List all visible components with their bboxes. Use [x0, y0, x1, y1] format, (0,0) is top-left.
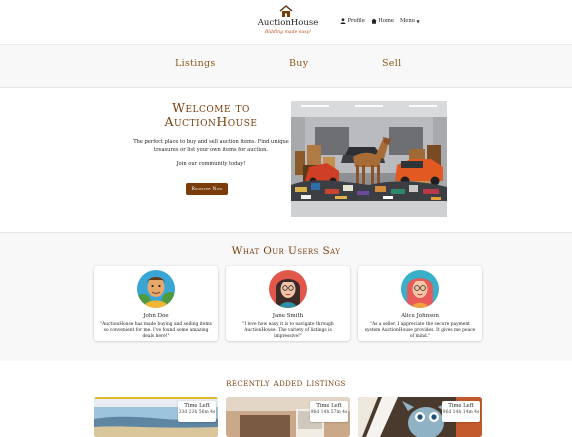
testimonial-card: Jane Smith "I love how easy it is to nav… [226, 266, 350, 341]
time-left-label: Time Left [184, 403, 210, 409]
time-left-badge: Time Left 96d 14h 57m 4s [310, 401, 348, 422]
nav-menu-label: Menu [399, 18, 416, 24]
user-icon [340, 18, 346, 24]
avatar-alice-johnson [401, 270, 439, 308]
time-left-value: 96d 14h 57m 4s [310, 410, 348, 415]
testimonial-card: Alice Johnson "As a seller, I appreciate… [358, 266, 482, 341]
avatar-jane-smith [269, 270, 307, 308]
hero-title: Welcome to AuctionHouse [130, 101, 292, 129]
time-left-label: Time Left [316, 403, 342, 409]
tab-sell[interactable]: Sell [382, 58, 401, 69]
nav-menu-dropdown[interactable]: Menu ▼ [400, 18, 420, 24]
house-logo-icon[interactable] [279, 5, 293, 18]
testimonial-quote: "I love how easy it is to navigate throu… [242, 322, 334, 340]
time-left-value: 96d 14h 14m 4s [442, 410, 480, 415]
hero-description: The perfect place to buy and sell auctio… [133, 139, 289, 153]
site-header: AuctionHouse Bidding made easy! Profile … [0, 0, 572, 45]
testimonial-name: Jane Smith [272, 313, 304, 319]
testimonial-card: John Doe "AuctionHouse has made buying a… [94, 266, 218, 341]
hero-title-line2: AuctionHouse [164, 114, 258, 129]
top-nav: Profile Home Menu ▼ [340, 18, 420, 24]
testimonial-quote: "As a seller, I appreciate the secure pa… [364, 322, 476, 340]
tab-listings[interactable]: Listings [175, 58, 216, 69]
testimonial-name: John Doe [143, 313, 169, 319]
caret-down-icon: ▼ [416, 18, 420, 24]
listing-card[interactable]: Time Left 96d 14h 57m 4s [226, 397, 350, 437]
brand-name[interactable]: AuctionHouse [256, 18, 320, 28]
nav-home-label: Home [378, 18, 394, 24]
tab-buy[interactable]: Buy [289, 58, 308, 69]
brand-tagline: Bidding made easy! [264, 30, 312, 35]
register-now-button[interactable]: Register Now [186, 183, 228, 195]
hero-garage-image [291, 101, 447, 217]
time-left-value: 33d 23h 56m 4s [178, 410, 216, 415]
home-icon [371, 18, 377, 24]
time-left-label: Time Left [448, 403, 474, 409]
testimonials-title: What Our Users Say [231, 245, 341, 257]
category-tabs-bar [0, 45, 572, 87]
listing-card[interactable]: Time Left 96d 14h 14m 4s [358, 397, 482, 437]
hero-title-line1: Welcome to [172, 100, 250, 115]
listing-card[interactable]: Time Left 33d 23h 56m 4s [94, 397, 218, 437]
avatar-john-doe [137, 270, 175, 308]
recent-listings-title: recently added Listings [226, 377, 346, 389]
nav-home[interactable]: Home [371, 18, 394, 24]
nav-profile-label: Profile [347, 18, 365, 24]
nav-profile[interactable]: Profile [340, 18, 365, 24]
hero-community-text: Join our community today! [176, 161, 246, 167]
time-left-badge: Time Left 96d 14h 14m 4s [442, 401, 480, 422]
time-left-badge: Time Left 33d 23h 56m 4s [178, 401, 216, 422]
testimonial-name: Alice Johnson [401, 313, 439, 319]
testimonial-quote: "AuctionHouse has made buying and sellin… [100, 322, 212, 340]
